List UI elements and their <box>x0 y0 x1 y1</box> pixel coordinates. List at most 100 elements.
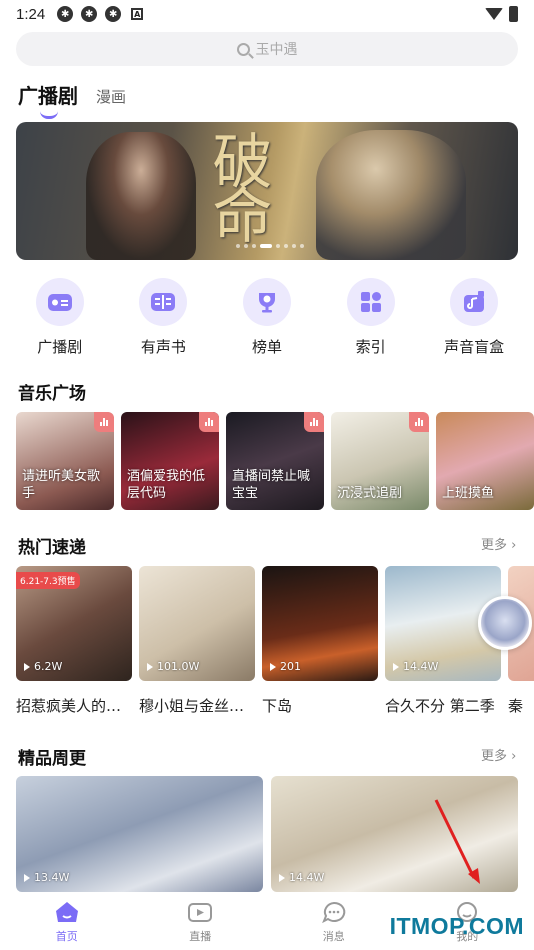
play-count-value: 13.4W <box>34 871 70 884</box>
play-icon <box>393 662 399 671</box>
nav-live[interactable]: 直播 <box>160 900 240 944</box>
hot-item[interactable]: 6.21-7.3预售 6.2W 招惹疯美人的… <box>16 566 132 726</box>
music-card[interactable]: 酒偏爱我的低层代码 <box>121 412 219 510</box>
music-card-label: 酒偏爱我的低层代码 <box>127 469 206 501</box>
status-bar: 1:24 ✱ ✱ ✱ A <box>0 0 534 28</box>
play-icon <box>270 662 276 671</box>
nav-label: 首页 <box>55 930 78 943</box>
quick-nav-sound-blindbox[interactable]: 声音盲盒 <box>426 278 522 357</box>
banner-art-figure <box>86 132 196 260</box>
hot-title: 招惹疯美人的… <box>16 697 122 715</box>
search-input[interactable]: 玉中遇 <box>16 32 518 66</box>
tab-radio-drama[interactable]: 广播剧 <box>18 80 78 119</box>
hot-title: 合久不分 第二季 <box>385 697 495 715</box>
carousel-dot-active <box>260 244 272 248</box>
blindbox-icon <box>450 278 499 326</box>
index-icon <box>346 278 395 326</box>
more-link-label: 更多 <box>481 538 508 553</box>
home-icon <box>55 902 78 922</box>
quick-nav-label: 声音盲盒 <box>444 338 505 356</box>
category-tabs: 广播剧 漫画 <box>18 80 126 119</box>
audio-bars-icon <box>304 412 324 432</box>
quick-nav-label: 有声书 <box>140 338 186 356</box>
section-title-hot: 热门速递 <box>18 538 86 558</box>
banner-carousel[interactable]: 破命 <box>16 122 518 260</box>
notification-icon: ✱ <box>81 6 98 22</box>
play-count-value: 201 <box>280 660 301 673</box>
play-count-value: 14.4W <box>289 871 325 884</box>
section-title-music: 音乐广场 <box>18 384 86 404</box>
quick-nav-label: 榜单 <box>251 338 282 356</box>
hot-item[interactable]: 101.0W 穆小姐与金丝… <box>139 566 255 726</box>
audio-bars-icon <box>199 412 219 432</box>
play-icon <box>279 873 285 882</box>
nav-home[interactable]: 首页 <box>27 900 107 944</box>
play-count: 14.4W <box>279 871 324 884</box>
message-icon <box>321 901 346 924</box>
music-card[interactable]: 上班摸鱼 <box>436 412 534 510</box>
radio-icon <box>35 278 84 326</box>
hot-cover: 6.21-7.3预售 6.2W <box>16 566 132 681</box>
notification-icon: ✱ <box>57 6 74 22</box>
wifi-icon <box>485 8 503 20</box>
carousel-dot <box>284 244 288 248</box>
quick-nav-radio-drama[interactable]: 广播剧 <box>12 278 108 357</box>
more-link-weekly[interactable]: 更多 › <box>481 745 516 764</box>
status-time: 1:24 <box>16 5 46 23</box>
nav-label: 消息 <box>322 930 345 943</box>
play-count: 14.4W <box>393 660 438 673</box>
audio-bars-icon <box>409 412 429 432</box>
notification-icon: ✱ <box>105 6 122 22</box>
play-count: 201 <box>270 660 301 673</box>
play-count: 13.4W <box>24 871 69 884</box>
accessibility-icon: A <box>131 8 144 20</box>
carousel-dot <box>244 244 248 248</box>
hot-title: 秦 <box>508 697 524 715</box>
play-icon <box>24 662 30 671</box>
carousel-dot <box>292 244 296 248</box>
carousel-dot <box>276 244 280 248</box>
battery-icon <box>509 6 518 22</box>
hot-title: 穆小姐与金丝… <box>139 697 245 715</box>
nav-messages[interactable]: 消息 <box>294 900 374 944</box>
play-count-value: 14.4W <box>403 660 439 673</box>
quick-nav-index[interactable]: 索引 <box>323 278 419 357</box>
more-link-label: 更多 <box>481 749 508 764</box>
book-icon <box>139 278 188 326</box>
music-card[interactable]: 沉浸式追剧 <box>331 412 429 510</box>
hot-cover: 201 <box>262 566 378 681</box>
audio-bars-icon <box>94 412 114 432</box>
section-title-weekly: 精品周更 <box>18 749 86 769</box>
hot-cover: 101.0W <box>139 566 255 681</box>
carousel-dot <box>252 244 256 248</box>
quick-nav-audiobook[interactable]: 有声书 <box>115 278 211 357</box>
play-icon <box>24 873 30 882</box>
banner-title-art: 破命 <box>202 130 272 238</box>
tab-comics[interactable]: 漫画 <box>96 86 126 109</box>
hot-item[interactable]: 14.4W 合久不分 第二季 <box>385 566 501 726</box>
play-count-value: 101.0W <box>157 660 200 673</box>
play-count: 101.0W <box>147 660 199 673</box>
watermark-logo: ITMOP.COM <box>389 913 524 939</box>
hot-title: 下岛 <box>262 697 293 715</box>
play-count-value: 6.2W <box>34 660 63 673</box>
weekly-card[interactable]: 13.4W <box>16 776 263 892</box>
music-card[interactable]: 直播间禁止喊宝宝 <box>226 412 324 510</box>
music-card[interactable]: 请进听美女歌手 <box>16 412 114 510</box>
quick-nav-ranking[interactable]: 榜单 <box>219 278 315 357</box>
trophy-icon <box>242 278 291 326</box>
search-placeholder: 玉中遇 <box>255 42 298 58</box>
quick-nav-label: 广播剧 <box>37 338 83 356</box>
quick-nav-label: 索引 <box>355 338 386 356</box>
floating-avatar-button[interactable] <box>478 596 532 650</box>
nav-label: 直播 <box>189 930 212 943</box>
music-card-label: 请进听美女歌手 <box>22 469 101 501</box>
banner-art-figure <box>316 130 466 260</box>
more-link-hot[interactable]: 更多 › <box>481 534 516 553</box>
search-icon <box>236 42 250 56</box>
quick-nav: 广播剧 有声书 榜单 索引 声音盲盒 <box>0 278 534 357</box>
carousel-dot <box>236 244 240 248</box>
hot-item[interactable]: 201 下岛 <box>262 566 378 726</box>
play-count: 6.2W <box>24 660 62 673</box>
presale-badge: 6.21-7.3预售 <box>16 572 80 589</box>
